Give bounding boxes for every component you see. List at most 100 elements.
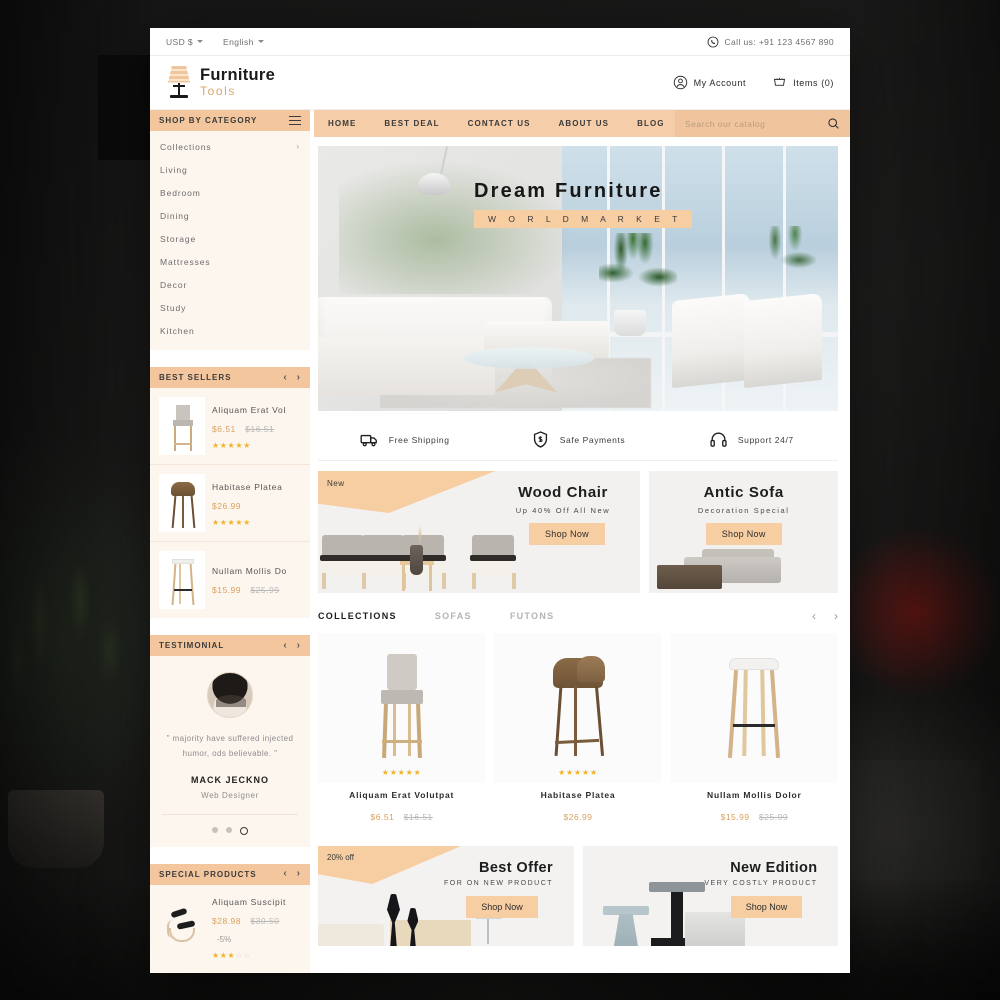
search-box[interactable] (675, 110, 850, 137)
sidebar-item-storage[interactable]: Storage (150, 227, 310, 250)
promo-title: Antic Sofa (703, 484, 784, 501)
language-selector[interactable]: English (223, 37, 264, 47)
shop-now-button[interactable]: Shop Now (529, 523, 605, 545)
spacer (150, 846, 310, 864)
tab-collections[interactable]: COLLECTIONS (318, 611, 397, 621)
hero-banner[interactable]: Dream Furniture W O R L D M A R K E T (318, 146, 838, 411)
carousel-dot[interactable] (212, 826, 218, 833)
rating-stars: ★★★★★ (212, 441, 251, 450)
promo-sofa-image (656, 545, 782, 589)
sidebar-item-decor[interactable]: Decor (150, 273, 310, 296)
special-products-title: SPECIAL PRODUCTS (159, 869, 257, 879)
chevron-left-icon[interactable]: ‹ (283, 869, 287, 879)
sidebar-item-bedroom[interactable]: Bedroom (150, 181, 310, 204)
sidebar-item-study[interactable]: Study (150, 296, 310, 319)
hero-text-block: Dream Furniture W O R L D M A R K E T (474, 180, 693, 229)
tab-sofas[interactable]: SOFAS (435, 611, 472, 621)
product-details: Habitase Platea $26.99 (494, 783, 662, 837)
promo-banner-wood-chair[interactable]: New Wood Chair Up 40% Off All New Shop N… (318, 471, 641, 593)
cart-button[interactable]: Items (0) (772, 75, 834, 90)
product-grid: ★★★★★ Aliquam Erat Volutpat $6.51 $16.51 (318, 633, 838, 837)
product-card[interactable]: ★★★★★ Habitase Platea $26.99 (494, 633, 662, 837)
carousel-dot-active[interactable] (240, 826, 248, 835)
promo-tag: New (327, 479, 345, 488)
nav-item-about-us[interactable]: ABOUT US (559, 119, 610, 128)
promo-bed-image (389, 920, 472, 946)
nav-item-blog[interactable]: BLOG (637, 119, 665, 128)
nav-item-contact-us[interactable]: CONTACT US (468, 119, 531, 128)
promo-title: Best Offer (478, 860, 554, 876)
shopping-cart-icon (774, 77, 786, 86)
hero-subtitle: W O R L D M A R K E T (474, 210, 693, 229)
header-actions: My Account Items (0) (673, 75, 834, 90)
hero-planter (614, 310, 647, 337)
brand-text: Furniture Tools (200, 66, 275, 98)
chevron-down-icon (197, 40, 204, 43)
search-icon[interactable] (827, 117, 840, 130)
service-bar: Free Shipping Safe Payments Support 24/7 (318, 420, 838, 461)
shop-now-button[interactable]: Shop Now (730, 896, 803, 918)
product-card[interactable]: Nullam Mollis Dolor $15.99 $25.99 (670, 633, 838, 837)
sidebar: SHOP BY CATEGORY Collections › Living Be… (150, 110, 310, 973)
chevron-right-icon[interactable]: › (834, 609, 838, 623)
carousel-dot[interactable] (226, 826, 232, 833)
promo-banner-antic-sofa[interactable]: Antic Sofa Decoration Special Shop Now (649, 471, 838, 593)
chevron-left-icon[interactable]: ‹ (812, 609, 816, 623)
tab-futons[interactable]: FUTONS (510, 611, 555, 621)
currency-selector[interactable]: USD $ (166, 37, 204, 47)
hamburger-icon[interactable] (289, 115, 301, 126)
product-info: Nullam Mollis Do $15.99 $25.99 (212, 563, 287, 598)
site-logo[interactable]: Furniture Tools (166, 65, 275, 100)
shop-by-category-header[interactable]: SHOP BY CATEGORY (150, 110, 310, 131)
product-old-price: $30.50 (250, 915, 280, 926)
list-item[interactable]: Aliquam Erat Vol $6.51 $16.51 ★★★★★ (150, 388, 310, 465)
hero-title: Dream Furniture (474, 180, 663, 203)
nav-item-best-deal[interactable]: BEST DEAL (384, 119, 439, 128)
search-input[interactable] (685, 118, 821, 129)
shop-now-button[interactable]: Shop Now (705, 523, 782, 545)
my-account-button[interactable]: My Account (673, 75, 747, 90)
chevron-right-icon[interactable]: › (297, 640, 301, 651)
chevron-right-icon[interactable]: › (297, 372, 301, 383)
page-columns: SHOP BY CATEGORY Collections › Living Be… (150, 110, 850, 973)
best-sellers-list: Aliquam Erat Vol $6.51 $16.51 ★★★★★ Habi… (150, 388, 310, 618)
collections-carousel-nav: ‹ › (812, 609, 838, 623)
promo-banner-best-offer[interactable]: 20% off Best Offer FOR ON NEW PRODUCT Sh… (318, 846, 574, 946)
sidebar-item-collections[interactable]: Collections › (150, 135, 310, 158)
product-price: $6.51 (212, 424, 236, 434)
nav-item-home[interactable]: HOME (328, 119, 356, 128)
sidebar-item-mattresses[interactable]: Mattresses (150, 250, 310, 273)
promo-table-image (602, 906, 649, 946)
category-label: Collections (160, 141, 212, 152)
sidebar-item-kitchen[interactable]: Kitchen (150, 319, 310, 342)
language-label: English (223, 36, 254, 47)
promo-banner-new-edition[interactable]: New Edition VERY COSTLY PRODUCT Shop Now (582, 846, 838, 946)
chevron-left-icon[interactable]: ‹ (283, 372, 287, 383)
sidebar-item-dining[interactable]: Dining (150, 204, 310, 227)
service-free-shipping: Free Shipping (318, 430, 491, 449)
product-name: Nullam Mollis Dolor (707, 790, 802, 800)
list-item[interactable]: Aliquam Suscipit $28.98 $30.50 -5% ★★★☆☆ (150, 884, 310, 969)
shield-dollar-icon (533, 431, 547, 448)
hero-lounge-chair (744, 292, 823, 389)
promo-banner-row: New Wood Chair Up 40% Off All New Shop N… (318, 471, 838, 593)
category-label: Kitchen (160, 325, 195, 336)
chevron-left-icon[interactable]: ‹ (283, 640, 287, 651)
chevron-right-icon[interactable]: › (297, 869, 301, 879)
backdrop-planter (8, 790, 104, 868)
product-image (494, 633, 662, 766)
product-image (670, 633, 838, 766)
promo-tag: 20% off (327, 853, 354, 862)
sidebar-item-living[interactable]: Living (150, 158, 310, 181)
product-price: $28.98 (212, 915, 241, 926)
special-products-header: SPECIAL PRODUCTS ‹ › (150, 863, 310, 885)
category-label: Storage (160, 233, 197, 244)
product-old-price: $16.51 (403, 812, 433, 822)
product-card[interactable]: ★★★★★ Aliquam Erat Volutpat $6.51 $16.51 (318, 633, 486, 837)
shop-now-button[interactable]: Shop Now (466, 896, 538, 918)
list-item[interactable]: Nullam Mollis Do $15.99 $25.99 (150, 542, 310, 618)
contact-info[interactable]: Call us: +91 123 4567 890 (707, 36, 834, 48)
product-details: Aliquam Erat Volutpat $6.51 $16.51 (318, 783, 486, 837)
carousel-dots (162, 815, 298, 835)
list-item[interactable]: Habitase Platea $26.99 ★★★★★ (150, 465, 310, 542)
